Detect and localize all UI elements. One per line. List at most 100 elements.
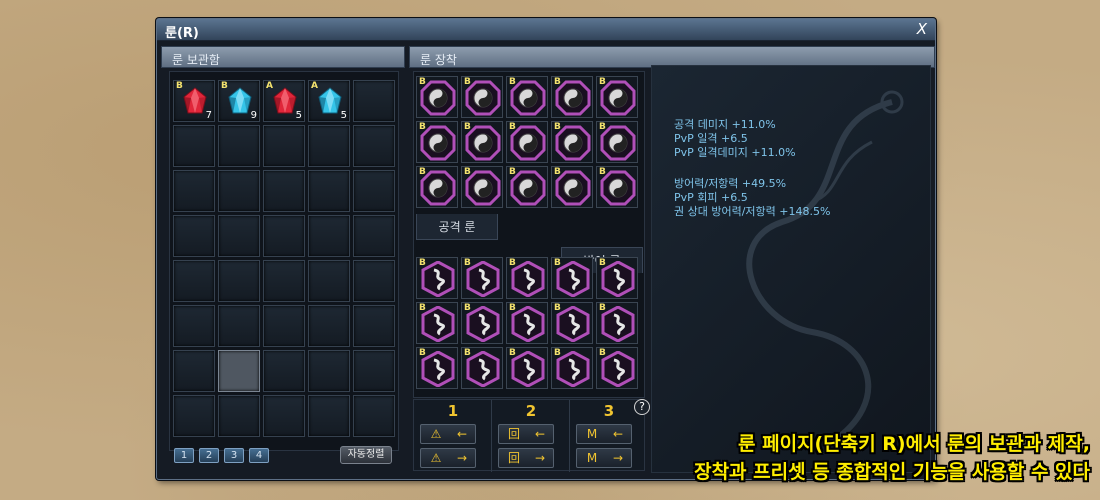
preset-2-save-button[interactable]: 回 → xyxy=(498,448,554,468)
storage-slot[interactable] xyxy=(218,125,260,167)
auto-sort-button[interactable]: 자동정렬 xyxy=(340,446,392,464)
preset-3-load-button[interactable]: M ← xyxy=(576,424,632,444)
storage-slot[interactable] xyxy=(308,395,350,437)
storage-slot[interactable] xyxy=(218,395,260,437)
attack-rune-slot[interactable]: B xyxy=(506,76,548,118)
storage-slot[interactable] xyxy=(173,350,215,392)
red-gem-icon xyxy=(272,87,298,115)
storage-slot[interactable]: A5 xyxy=(308,80,350,122)
rune-grade-label: B xyxy=(464,348,471,358)
storage-slot[interactable] xyxy=(308,260,350,302)
storage-slot[interactable]: A5 xyxy=(263,80,305,122)
defense-rune-slot[interactable]: B xyxy=(551,347,593,389)
storage-page-2-button[interactable]: 2 xyxy=(199,448,219,463)
storage-page-3-button[interactable]: 3 xyxy=(224,448,244,463)
attack-rune-slot[interactable]: B xyxy=(416,121,458,163)
defense-rune-slot[interactable]: B xyxy=(596,257,638,299)
storage-slot[interactable] xyxy=(353,395,395,437)
preset-2-load-button[interactable]: 回 ← xyxy=(498,424,554,444)
defense-rune-slot[interactable]: B xyxy=(461,302,503,344)
item-count: 7 xyxy=(205,110,212,121)
storage-slot[interactable] xyxy=(263,350,305,392)
attack-rune-slot[interactable]: B xyxy=(461,76,503,118)
preset-panel: 1 ⚠ ← ⚠ → 2 回 ← 回 → 3 M ← M → xyxy=(413,399,645,472)
storage-slot[interactable] xyxy=(173,215,215,257)
stat-pvp-strike-damage: PvP 일격데미지 +11.0% xyxy=(674,146,796,159)
attack-rune-slot[interactable]: B xyxy=(596,166,638,208)
storage-slot[interactable] xyxy=(218,260,260,302)
defense-rune-slot[interactable]: B xyxy=(506,257,548,299)
storage-slot[interactable]: B7 xyxy=(173,80,215,122)
storage-slot[interactable] xyxy=(353,125,395,167)
preset-1-save-button[interactable]: ⚠ → xyxy=(420,448,476,468)
attack-rune-slot[interactable]: B xyxy=(551,76,593,118)
defense-rune-slot[interactable]: B xyxy=(551,302,593,344)
close-button[interactable]: X xyxy=(917,20,927,38)
attack-rune-slot[interactable]: B xyxy=(551,166,593,208)
attack-rune-grid: B B B B B B B B B B B B B B B xyxy=(416,76,638,208)
tab-attack-rune[interactable]: 공격 룬 xyxy=(416,214,498,240)
window-title: 룬(R) xyxy=(165,26,199,41)
storage-slot[interactable] xyxy=(173,305,215,347)
storage-slot[interactable] xyxy=(308,350,350,392)
help-button[interactable]: ? xyxy=(634,399,650,415)
storage-slot[interactable] xyxy=(353,350,395,392)
rune-grade-label: B xyxy=(509,167,516,177)
defense-rune-slot[interactable]: B xyxy=(506,302,548,344)
storage-slot[interactable] xyxy=(308,170,350,212)
defense-rune-slot[interactable]: B xyxy=(416,302,458,344)
storage-slot[interactable] xyxy=(353,305,395,347)
attack-rune-slot[interactable]: B xyxy=(596,76,638,118)
storage-slot[interactable] xyxy=(218,350,260,392)
title-bar[interactable]: 룬(R) X xyxy=(157,19,935,41)
attack-rune-slot[interactable]: B xyxy=(461,121,503,163)
attack-rune-slot[interactable]: B xyxy=(416,166,458,208)
attack-rune-slot[interactable]: B xyxy=(551,121,593,163)
attack-rune-slot[interactable]: B xyxy=(506,121,548,163)
defense-rune-slot[interactable]: B xyxy=(596,347,638,389)
defense-rune-slot[interactable]: B xyxy=(461,257,503,299)
storage-slot[interactable] xyxy=(308,305,350,347)
preset-3-save-button[interactable]: M → xyxy=(576,448,632,468)
storage-slot[interactable] xyxy=(173,125,215,167)
storage-slot[interactable] xyxy=(263,260,305,302)
storage-page-1-button[interactable]: 1 xyxy=(174,448,194,463)
equip-panel: BBBBBBBBBBBBBBB 공격 룬 방어 룬 BBBBBBBBBBBBBB… xyxy=(413,71,645,398)
rune-grade-label: B xyxy=(419,258,426,268)
storage-slot[interactable] xyxy=(263,395,305,437)
storage-slot[interactable] xyxy=(218,305,260,347)
storage-grid: B7B9A5A5 xyxy=(173,80,395,437)
rune-grade-label: A xyxy=(311,81,318,91)
defense-rune-slot[interactable]: B xyxy=(416,257,458,299)
defense-rune-slot[interactable]: B xyxy=(461,347,503,389)
storage-slot[interactable] xyxy=(353,215,395,257)
storage-slot[interactable] xyxy=(173,170,215,212)
storage-slot[interactable] xyxy=(173,395,215,437)
storage-slot[interactable] xyxy=(263,170,305,212)
storage-slot[interactable] xyxy=(218,215,260,257)
storage-page-4-button[interactable]: 4 xyxy=(249,448,269,463)
rune-stats-panel: 공격 데미지 +11.0% PvP 일격 +6.5 PvP 일격데미지 +11.… xyxy=(651,65,931,473)
storage-slot[interactable] xyxy=(353,170,395,212)
preset-3-mark-icon: M xyxy=(586,451,598,465)
storage-slot[interactable] xyxy=(263,305,305,347)
storage-slot[interactable]: B9 xyxy=(218,80,260,122)
storage-slot[interactable] xyxy=(353,80,395,122)
attack-rune-slot[interactable]: B xyxy=(506,166,548,208)
defense-rune-slot[interactable]: B xyxy=(551,257,593,299)
rune-window: 룬(R) X 룬 보관함 B7B9A5A5 1 2 3 4 자동정렬 룬 장착 … xyxy=(156,18,936,480)
attack-rune-slot[interactable]: B xyxy=(416,76,458,118)
storage-slot[interactable] xyxy=(263,215,305,257)
attack-rune-slot[interactable]: B xyxy=(461,166,503,208)
preset-1-load-button[interactable]: ⚠ ← xyxy=(420,424,476,444)
defense-rune-slot[interactable]: B xyxy=(596,302,638,344)
storage-slot[interactable] xyxy=(308,125,350,167)
storage-slot[interactable] xyxy=(353,260,395,302)
attack-rune-slot[interactable]: B xyxy=(596,121,638,163)
storage-slot[interactable] xyxy=(263,125,305,167)
defense-rune-slot[interactable]: B xyxy=(416,347,458,389)
storage-slot[interactable] xyxy=(218,170,260,212)
storage-slot[interactable] xyxy=(173,260,215,302)
storage-slot[interactable] xyxy=(308,215,350,257)
defense-rune-slot[interactable]: B xyxy=(506,347,548,389)
